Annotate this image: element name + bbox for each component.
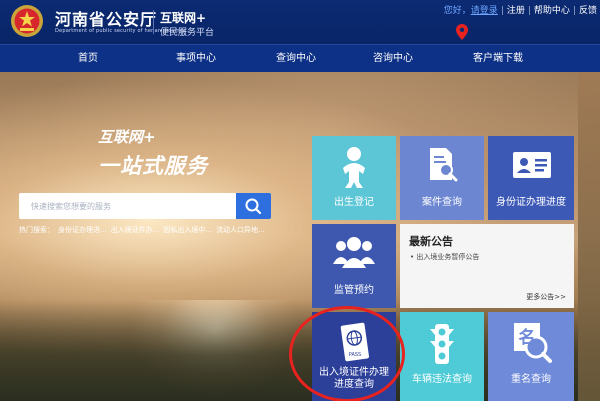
group-icon bbox=[333, 237, 375, 268]
name-search-icon: 名 bbox=[514, 323, 552, 363]
notice-panel: 最新公告 • 出入境业务暂停公告 更多公告>> bbox=[400, 224, 574, 308]
tile-duplicate-name-query[interactable]: 名 重名查询 bbox=[488, 312, 574, 401]
tile-birth-label: 出生登记 bbox=[334, 197, 374, 208]
top-links: 您好，请登录 | 注册 | 帮助中心 | 反馈 bbox=[444, 3, 597, 16]
brand-subtitle: 便民服务平台 bbox=[160, 28, 215, 38]
hot-search-item[interactable]: 出入境证件办... bbox=[111, 226, 160, 234]
tile-supervision-appointment[interactable]: 监管预约 bbox=[312, 224, 396, 308]
document-search-icon bbox=[430, 148, 458, 182]
main-nav: 首页 事项中心 查询中心 咨询中心 客户端下载 bbox=[0, 44, 600, 72]
nav-query-center[interactable]: 查询中心 bbox=[256, 45, 336, 73]
divider: | bbox=[527, 6, 531, 16]
nav-service-center[interactable]: 事项中心 bbox=[156, 45, 236, 73]
location-pin-icon[interactable] bbox=[456, 24, 468, 40]
id-card-icon bbox=[513, 152, 551, 178]
site-title[interactable]: 河南省公安厅 bbox=[55, 6, 157, 30]
search-button[interactable] bbox=[236, 193, 271, 219]
search-icon bbox=[245, 198, 262, 215]
nav-client-download[interactable]: 客户端下载 bbox=[458, 45, 538, 73]
hot-search-item[interactable]: 身份证办理进... bbox=[58, 226, 107, 234]
site-header: 河南省公安厅 Department of public security of … bbox=[0, 0, 600, 44]
search-box bbox=[19, 193, 237, 219]
tile-id-card-label: 身份证办理进度 bbox=[496, 197, 566, 208]
hot-search-item[interactable]: 流动人口异地... bbox=[216, 226, 265, 234]
tile-case-query[interactable]: 案件查询 bbox=[400, 136, 484, 220]
slogan-line2: 一站式服务 bbox=[98, 154, 208, 178]
login-link[interactable]: 请登录 bbox=[471, 3, 498, 16]
more-notices-link[interactable]: 更多公告>> bbox=[526, 292, 566, 302]
name-glyph: 名 bbox=[519, 327, 536, 348]
slogan-line1: 互联网+ bbox=[98, 128, 156, 146]
hot-search-label: 热门搜索： bbox=[19, 226, 54, 234]
tile-traffic-label: 车辆违法查询 bbox=[412, 374, 472, 385]
hot-search-item[interactable]: 因私出入境中... bbox=[163, 226, 212, 234]
register-link[interactable]: 注册 bbox=[507, 3, 525, 16]
tile-name-label: 重名查询 bbox=[511, 374, 551, 385]
traffic-light-icon bbox=[430, 324, 454, 364]
notice-item[interactable]: • 出入境业务暂停公告 bbox=[410, 252, 479, 262]
police-emblem-icon bbox=[11, 5, 43, 37]
nav-consult-center[interactable]: 咨询中心 bbox=[353, 45, 433, 73]
tile-id-card-progress[interactable]: 身份证办理进度 bbox=[488, 136, 574, 220]
tile-birth-registration[interactable]: 出生登记 bbox=[312, 136, 396, 220]
greeting-text: 您好， bbox=[443, 6, 471, 16]
tile-traffic-violation[interactable]: 车辆违法查询 bbox=[400, 312, 484, 401]
highlight-circle bbox=[289, 306, 405, 401]
hero-right-edge bbox=[578, 72, 600, 401]
nav-home[interactable]: 首页 bbox=[48, 45, 128, 73]
hot-search: 热门搜索： 身份证办理进... 出入境证件办... 因私出入境中... 流动人口异地..… bbox=[19, 225, 269, 235]
baby-icon bbox=[343, 147, 365, 188]
divider: | bbox=[572, 6, 576, 16]
tile-case-label: 案件查询 bbox=[422, 197, 462, 208]
feedback-link[interactable]: 反馈 bbox=[579, 3, 597, 16]
tile-supervision-label: 监管预约 bbox=[334, 285, 374, 296]
help-center-link[interactable]: 帮助中心 bbox=[534, 3, 570, 16]
search-input[interactable] bbox=[31, 193, 231, 219]
divider: | bbox=[500, 6, 504, 16]
notice-title: 最新公告 bbox=[409, 235, 453, 248]
header-divider bbox=[153, 10, 154, 34]
brand-name: 互联网+ bbox=[160, 11, 207, 25]
